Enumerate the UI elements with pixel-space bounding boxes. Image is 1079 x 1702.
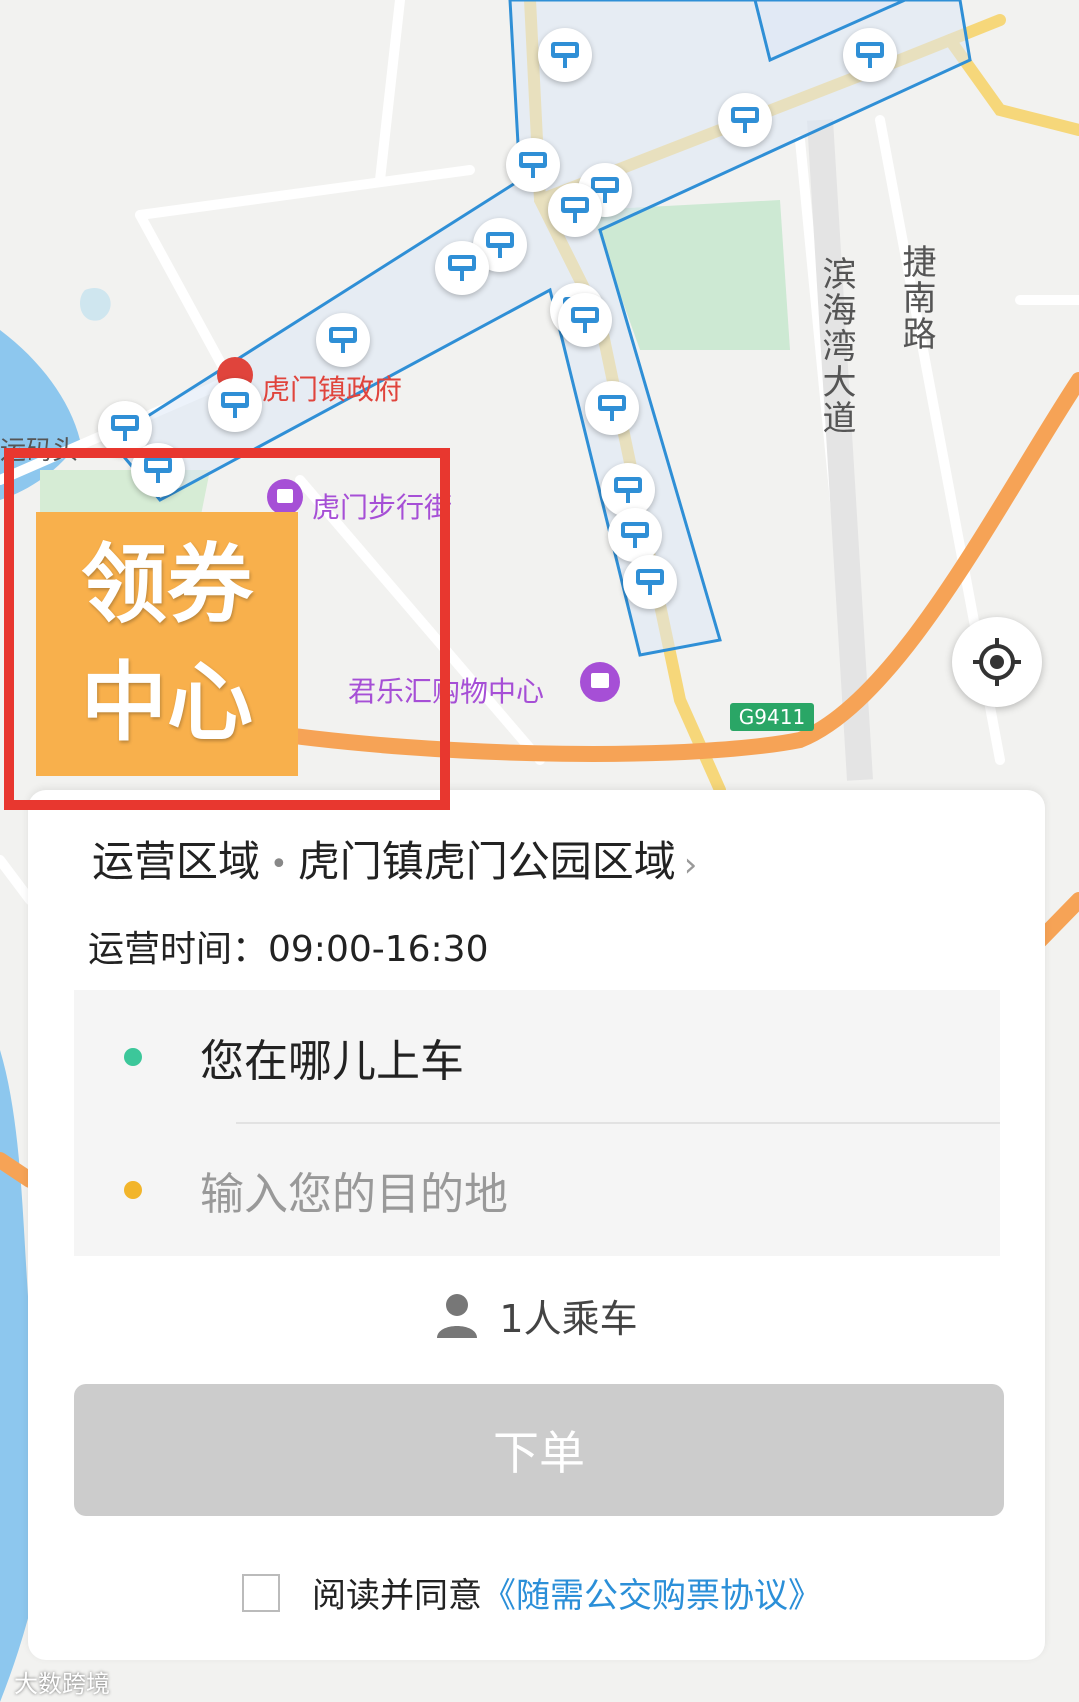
person-icon xyxy=(437,1293,478,1338)
road-jienan-label: 捷南路 xyxy=(896,244,936,352)
bus-stop-marker[interactable] xyxy=(558,293,612,347)
destination-field[interactable]: 输入您的目的地 xyxy=(74,1123,1000,1256)
bus-stop-icon xyxy=(111,415,139,441)
bus-stop-marker[interactable] xyxy=(608,508,662,562)
agreement-row: 阅读并同意 《随需公交购票协议》 xyxy=(242,1568,822,1617)
bus-stop-marker[interactable] xyxy=(623,555,677,609)
operating-hours: 运营时间：09:00-16:30 xyxy=(88,929,489,970)
bus-stop-marker[interactable] xyxy=(548,183,602,237)
bus-stop-icon xyxy=(551,42,579,68)
order-panel: 运营区域 • 虎门镇虎门公园区域 › 运营时间：09:00-16:30 您在哪儿上车 … xyxy=(28,790,1045,1660)
mall-bag-glyph xyxy=(591,673,609,688)
area-name: 虎门镇虎门公园区域 xyxy=(297,837,676,886)
bus-stop-icon xyxy=(621,522,649,548)
bus-stop-icon xyxy=(598,395,626,421)
passenger-count: 1人乘车 xyxy=(499,1297,638,1341)
bus-stop-icon xyxy=(856,42,884,68)
bus-stop-icon xyxy=(448,255,476,281)
bus-stop-marker[interactable] xyxy=(316,313,370,367)
bus-stop-icon xyxy=(636,569,664,595)
destination-placeholder: 输入您的目的地 xyxy=(200,1168,508,1220)
area-label: 运营区域 xyxy=(92,837,261,886)
highway-badge-label: G9411 xyxy=(739,705,805,729)
bus-stop-marker[interactable] xyxy=(208,378,262,432)
watermark: 大数跨境 xyxy=(14,1670,110,1698)
bus-stop-marker[interactable] xyxy=(506,138,560,192)
bus-stop-icon xyxy=(329,327,357,353)
agree-text: 阅读并同意 xyxy=(312,1576,482,1616)
pickup-text: 您在哪儿上车 xyxy=(200,1035,464,1087)
coupon-line-1: 领券 xyxy=(81,535,253,635)
order-button[interactable]: 下单 xyxy=(74,1384,1004,1516)
chevron-right-icon: › xyxy=(683,845,698,885)
bus-stop-marker[interactable] xyxy=(843,28,897,82)
agreement-link[interactable]: 《随需公交购票协议》 xyxy=(482,1568,822,1617)
bus-stop-icon xyxy=(519,152,547,178)
bus-stop-marker[interactable] xyxy=(538,28,592,82)
coupon-line-2: 中心 xyxy=(81,653,253,753)
crosshair-locate-icon xyxy=(973,638,1021,686)
agree-checkbox[interactable] xyxy=(242,1573,280,1612)
coupon-center-button[interactable]: 领券 中心 xyxy=(36,512,298,776)
pickup-field[interactable]: 您在哪儿上车 xyxy=(74,990,1000,1123)
bus-stop-icon xyxy=(731,107,759,133)
passenger-selector[interactable]: 1人乘车 xyxy=(28,1288,1045,1343)
bus-stop-icon xyxy=(561,197,589,223)
bus-stop-marker[interactable] xyxy=(435,241,489,295)
separator-dot: • xyxy=(270,847,288,882)
destination-dot-icon xyxy=(124,1180,142,1199)
locate-button[interactable] xyxy=(952,617,1042,707)
area-row[interactable]: 运营区域 • 虎门镇虎门公园区域 › xyxy=(92,828,697,889)
bus-stop-marker[interactable] xyxy=(585,381,639,435)
road-binhai-label: 滨海湾大道 xyxy=(816,256,856,436)
bus-stop-marker[interactable] xyxy=(718,93,772,147)
bus-stop-icon xyxy=(221,392,249,418)
pickup-dot-icon xyxy=(124,1047,142,1066)
poi-gov-label[interactable]: 虎门镇政府 xyxy=(262,368,402,408)
route-box: 您在哪儿上车 输入您的目的地 xyxy=(74,990,1000,1256)
bus-stop-icon xyxy=(486,232,514,258)
bus-stop-icon xyxy=(571,307,599,333)
bus-stop-icon xyxy=(614,477,642,503)
